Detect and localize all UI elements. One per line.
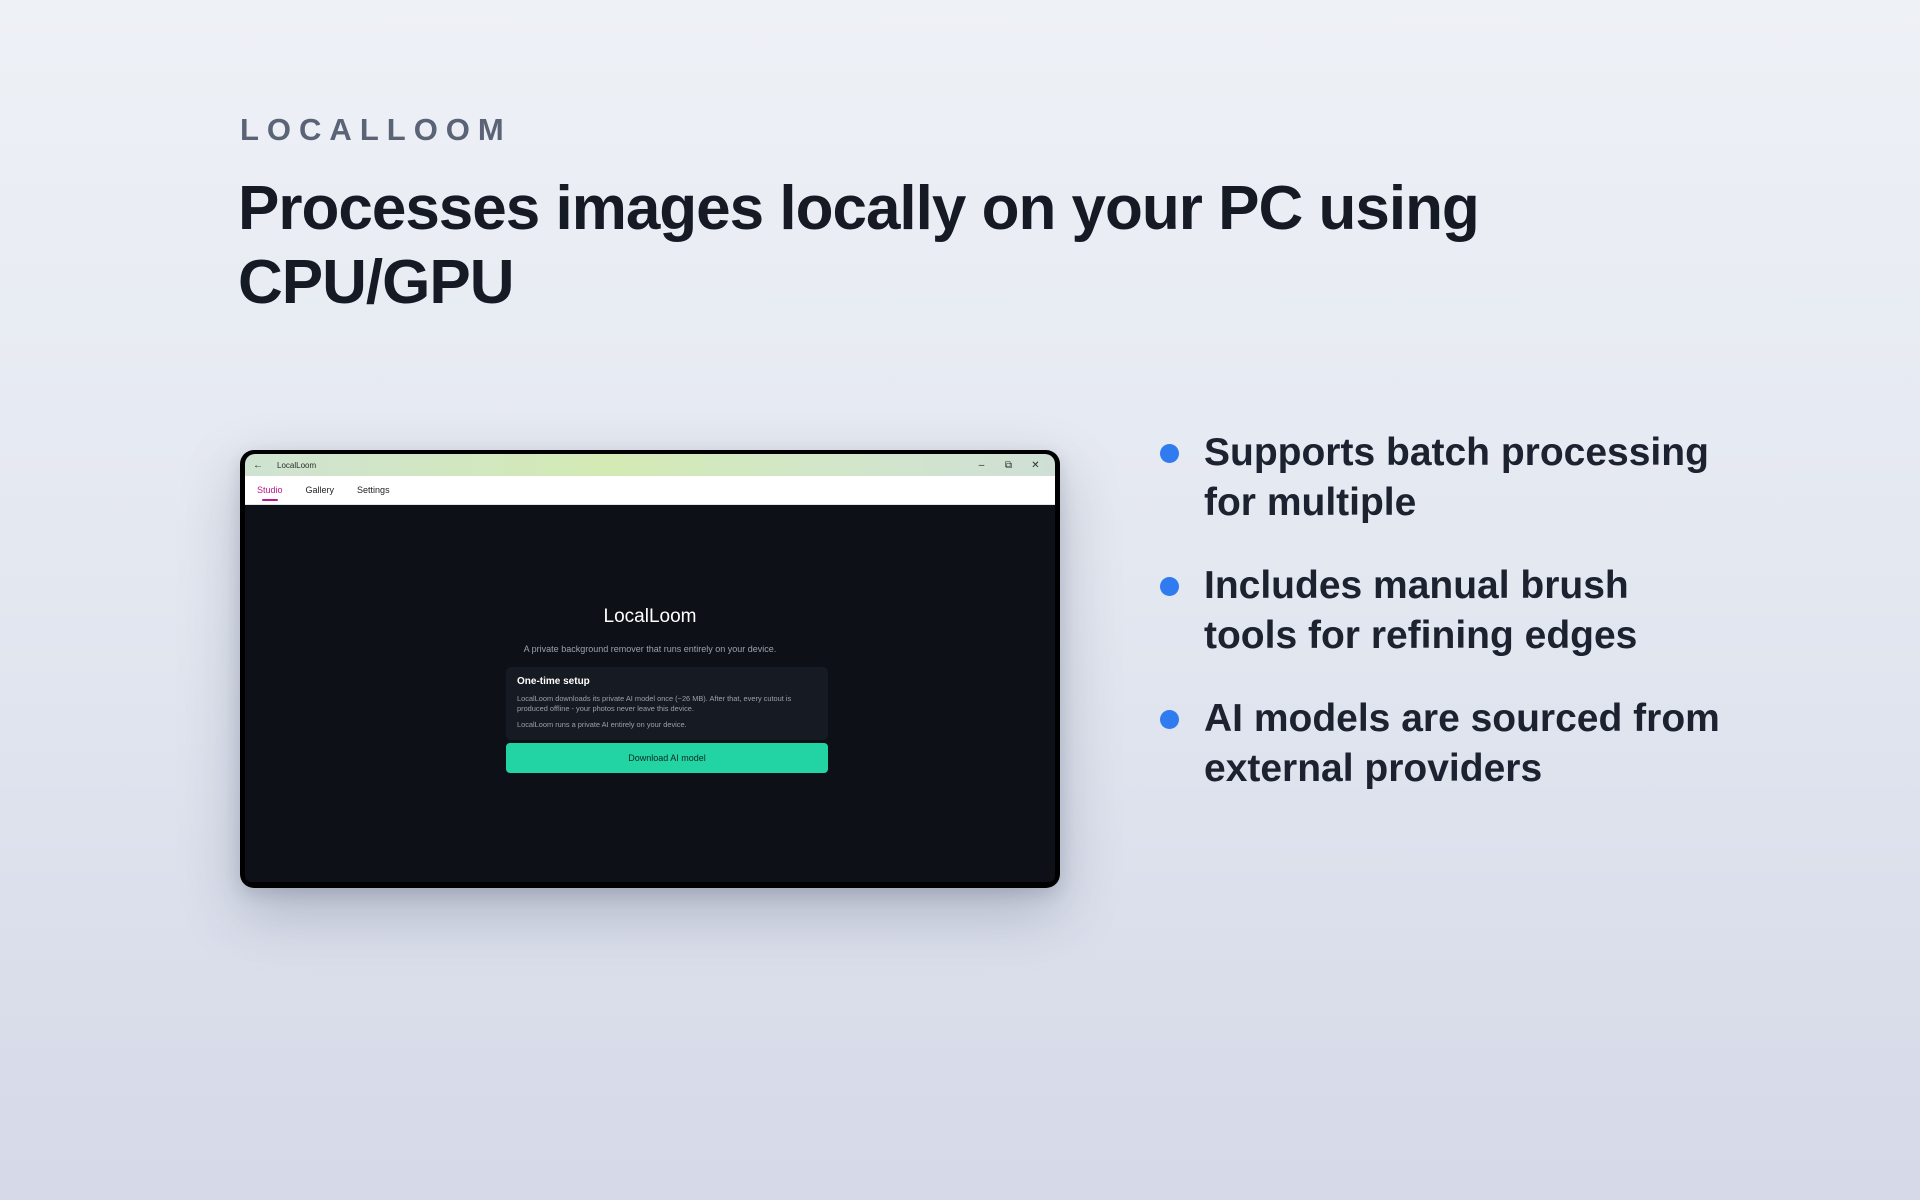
list-item: Includes manual brush tools for refining… [1160,561,1720,661]
app-name-title: LocalLoom [603,606,697,627]
setup-note: LocalLoom runs a private AI entirely on … [517,720,687,729]
minimize-icon[interactable]: – [968,460,995,471]
bullet-dot-icon [1160,444,1179,463]
bullet-dot-icon [1160,577,1179,596]
window-controls: – ⧉ ✕ [968,454,1049,476]
setup-card: One-time setup LocalLoom downloads its p… [506,667,828,740]
app-screenshot-frame: ← LocalLoom – ⧉ ✕ Studio Gallery Setting… [240,450,1060,888]
studio-content: LocalLoom A private background remover t… [245,505,1055,882]
list-item: Supports batch processing for multiple [1160,428,1720,528]
bullet-text: AI models are sourced from external prov… [1204,697,1720,790]
window-title: LocalLoom [277,460,317,470]
download-model-button[interactable]: Download AI model [506,743,828,773]
headline: Processes images locally on your PC usin… [238,174,1480,317]
feature-list: Supports batch processing for multiple I… [1160,428,1720,827]
tab-studio[interactable]: Studio [255,485,285,501]
bullet-dot-icon [1160,710,1179,729]
maximize-icon[interactable]: ⧉ [995,460,1022,471]
app-tagline: A private background remover that runs e… [523,644,777,654]
app-window: ← LocalLoom – ⧉ ✕ Studio Gallery Setting… [245,454,1055,882]
brand-label: LOCALLOOM [240,112,512,147]
setup-description: LocalLoom downloads its private AI model… [517,694,792,713]
tab-gallery[interactable]: Gallery [304,485,337,495]
setup-title: One-time setup [517,676,590,687]
bullet-text: Supports batch processing for multiple [1204,431,1709,524]
window-titlebar: ← LocalLoom – ⧉ ✕ [245,454,1055,476]
tab-bar: Studio Gallery Settings [245,476,1055,505]
bullet-text: Includes manual brush tools for refining… [1204,564,1638,657]
tab-settings[interactable]: Settings [355,485,392,495]
back-arrow-icon[interactable]: ← [247,460,269,471]
close-icon[interactable]: ✕ [1022,460,1049,471]
list-item: AI models are sourced from external prov… [1160,694,1720,794]
